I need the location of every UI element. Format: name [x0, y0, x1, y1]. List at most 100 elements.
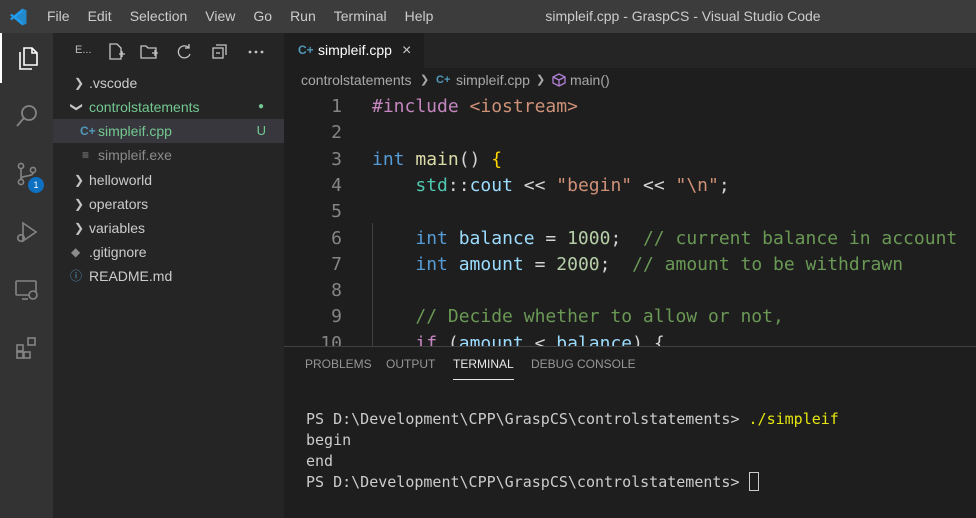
activity-source-control[interactable]: 1 — [0, 149, 53, 199]
terminal-output[interactable]: PS D:\Development\CPP\GraspCS\controlsta… — [306, 409, 839, 493]
line-number: 8 — [331, 280, 342, 302]
activity-explorer[interactable] — [0, 33, 53, 83]
code-editor[interactable]: 1 #include <iostream> 2 3 int main() {4 std:… — [284, 92, 976, 346]
tab-label: simpleif.cpp — [318, 42, 392, 58]
cpp-file-icon: C+ — [80, 124, 96, 138]
terminal-prompt: PS D:\Development\CPP\GraspCS\controlsta… — [306, 473, 749, 491]
code-token: = — [534, 227, 568, 249]
terminal-command: ./simpleif — [748, 410, 839, 428]
title-bar: File Edit Selection View Go Run Terminal… — [0, 0, 976, 33]
explorer-sidebar: E... ❯ .vscode ❯ controlstatements ● C+ … — [53, 33, 284, 518]
code-text: int amount = 2000; // amount to be withd… — [372, 252, 903, 278]
generic-file-icon: ≡ — [82, 148, 90, 162]
new-folder-icon[interactable] — [139, 42, 159, 62]
tree-item-label: simpleif.cpp — [98, 123, 172, 139]
tree-folder-helloworld[interactable]: ❯ helloworld — [53, 168, 284, 192]
tree-folder-variables[interactable]: ❯ variables — [53, 216, 284, 240]
tree-file-simpleif-cpp[interactable]: C+ simpleif.cpp U — [53, 119, 284, 143]
code-line: 3 int main() { — [284, 147, 976, 173]
tab-terminal[interactable]: TERMINAL — [453, 347, 514, 381]
tree-folder-vscode[interactable]: ❯ .vscode — [53, 71, 284, 95]
editor-area: C+ simpleif.cpp × controlstatements ❯ C+… — [284, 33, 976, 346]
code-token: balance — [458, 227, 535, 249]
code-token: 2000 — [556, 253, 600, 275]
new-file-icon[interactable] — [106, 42, 126, 62]
tree-file-readme[interactable]: ⓘ README.md — [53, 264, 284, 288]
more-actions-icon[interactable] — [246, 42, 266, 62]
breadcrumb-symbol[interactable]: main() — [570, 68, 610, 92]
line-number: 2 — [331, 122, 342, 144]
activity-run-debug[interactable] — [0, 207, 53, 257]
activity-extensions[interactable] — [0, 323, 53, 373]
terminal-line: PS D:\Development\CPP\GraspCS\controlsta… — [306, 472, 839, 493]
code-token: = — [523, 253, 557, 275]
activity-remote-explorer[interactable] — [0, 265, 53, 315]
extensions-icon — [15, 337, 36, 359]
close-icon[interactable]: × — [402, 33, 411, 68]
tree-folder-controlstatements[interactable]: ❯ controlstatements ● — [53, 95, 284, 119]
line-number: 9 — [331, 306, 342, 328]
window-title: simpleif.cpp - GraspCS - Visual Studio C… — [545, 8, 821, 24]
tab-debug-console[interactable]: DEBUG CONSOLE — [531, 347, 636, 381]
run-debug-icon — [16, 221, 37, 243]
tree-item-label: variables — [89, 220, 146, 236]
chevron-right-icon: ❯ — [74, 197, 85, 211]
code-text: int main() { — [372, 147, 502, 173]
chevron-right-icon: ❯ — [74, 221, 85, 235]
cpp-file-icon: C+ — [436, 74, 451, 86]
editor-tab-strip: C+ simpleif.cpp × — [284, 33, 976, 68]
tab-simpleif-cpp[interactable]: C+ simpleif.cpp × — [284, 33, 424, 68]
code-line: 4 std::cout << "begin" << "\n"; — [284, 173, 976, 199]
code-token: int — [372, 148, 405, 170]
tree-item-label: simpleif.exe — [98, 147, 172, 163]
code-token: amount — [458, 253, 524, 275]
code-token: main — [415, 148, 459, 170]
code-line: 8 — [284, 278, 976, 304]
terminal-line: end — [306, 452, 334, 470]
code-line: 5 — [284, 199, 976, 225]
code-token: < — [523, 332, 557, 346]
tree-item-label: .vscode — [89, 75, 138, 91]
tree-file-simpleif-exe[interactable]: ≡ simpleif.exe — [53, 143, 284, 167]
tree-file-gitignore[interactable]: ◆ .gitignore — [53, 240, 284, 264]
search-icon — [15, 105, 37, 127]
code-token: () — [458, 148, 492, 170]
code-token: balance — [556, 332, 633, 346]
tab-problems[interactable]: PROBLEMS — [305, 347, 372, 381]
code-token: // amount to be withdrawn — [632, 253, 904, 275]
code-line: 1 #include <iostream> — [284, 94, 976, 120]
code-token: 1000 — [567, 227, 611, 249]
code-token: if — [415, 332, 438, 346]
code-line: 7 int amount = 2000; // amount to be wit… — [284, 252, 976, 278]
code-token: ; — [599, 253, 633, 275]
chevron-right-icon: ❯ — [74, 173, 85, 187]
code-token: << — [512, 174, 557, 196]
method-symbol-icon — [552, 73, 566, 87]
code-token: << — [632, 174, 676, 196]
breadcrumb-file[interactable]: simpleif.cpp — [456, 68, 530, 92]
code-token: cout — [469, 174, 513, 196]
tree-item-label: operators — [89, 196, 149, 212]
tab-terminal-label: TERMINAL — [453, 357, 514, 371]
remote-explorer-icon — [14, 280, 38, 300]
refresh-icon[interactable] — [174, 42, 194, 62]
code-token: int — [415, 253, 448, 275]
activity-search[interactable] — [0, 91, 53, 141]
tab-output[interactable]: OUTPUT — [386, 347, 435, 381]
code-token: ( — [437, 332, 459, 346]
breadcrumb-folder[interactable]: controlstatements — [301, 68, 412, 92]
explorer-icon — [18, 47, 38, 70]
collapse-all-icon[interactable] — [210, 42, 230, 62]
line-number: 5 — [331, 201, 342, 223]
tree-folder-operators[interactable]: ❯ operators — [53, 192, 284, 216]
breadcrumb: controlstatements ❯ C+ simpleif.cpp ❯ ma… — [284, 68, 976, 92]
tree-item-label: helloworld — [89, 172, 153, 188]
